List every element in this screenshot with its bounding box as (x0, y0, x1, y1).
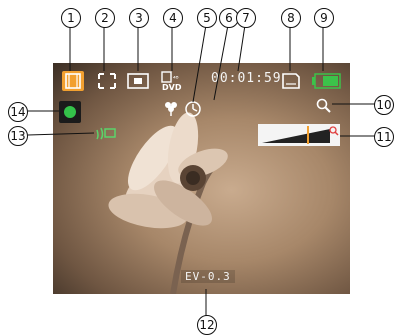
callout-8: 8 (281, 8, 301, 28)
callout-3: 3 (129, 8, 149, 28)
movie-mode-icon (62, 71, 84, 91)
callout-7: 7 (236, 8, 256, 28)
callout-10: 10 (374, 95, 394, 115)
svg-text:DVD: DVD (162, 83, 182, 92)
callout-9: 9 (314, 8, 334, 28)
memory-card-icon (282, 73, 300, 89)
zoom-bar (258, 124, 340, 146)
svg-text:⁴⁸: ⁴⁸ (173, 75, 179, 83)
exposure-value: EV-0.3 (181, 270, 235, 283)
focus-frame-icon (98, 73, 116, 89)
dvd-quality-icon: ⁴⁸ DVD (161, 71, 182, 92)
record-status-icon (59, 101, 81, 123)
callout-14: 14 (8, 102, 28, 122)
callout-11: 11 (374, 127, 394, 147)
callout-1: 1 (61, 8, 81, 28)
callout-12: 12 (197, 315, 217, 335)
battery-icon (312, 73, 341, 89)
video-size-icon (127, 73, 149, 89)
camera-preview (53, 63, 350, 294)
stabilizer-icon (96, 127, 116, 140)
recording-time: 00:01:59 (211, 71, 282, 86)
callout-2: 2 (95, 8, 115, 28)
zoom-icon (316, 98, 331, 113)
macro-icon (165, 102, 177, 116)
flower-photo (108, 112, 228, 294)
callout-13: 13 (8, 126, 28, 146)
callout-4: 4 (163, 8, 183, 28)
self-timer-icon (185, 101, 201, 117)
callout-5: 5 (197, 8, 217, 28)
